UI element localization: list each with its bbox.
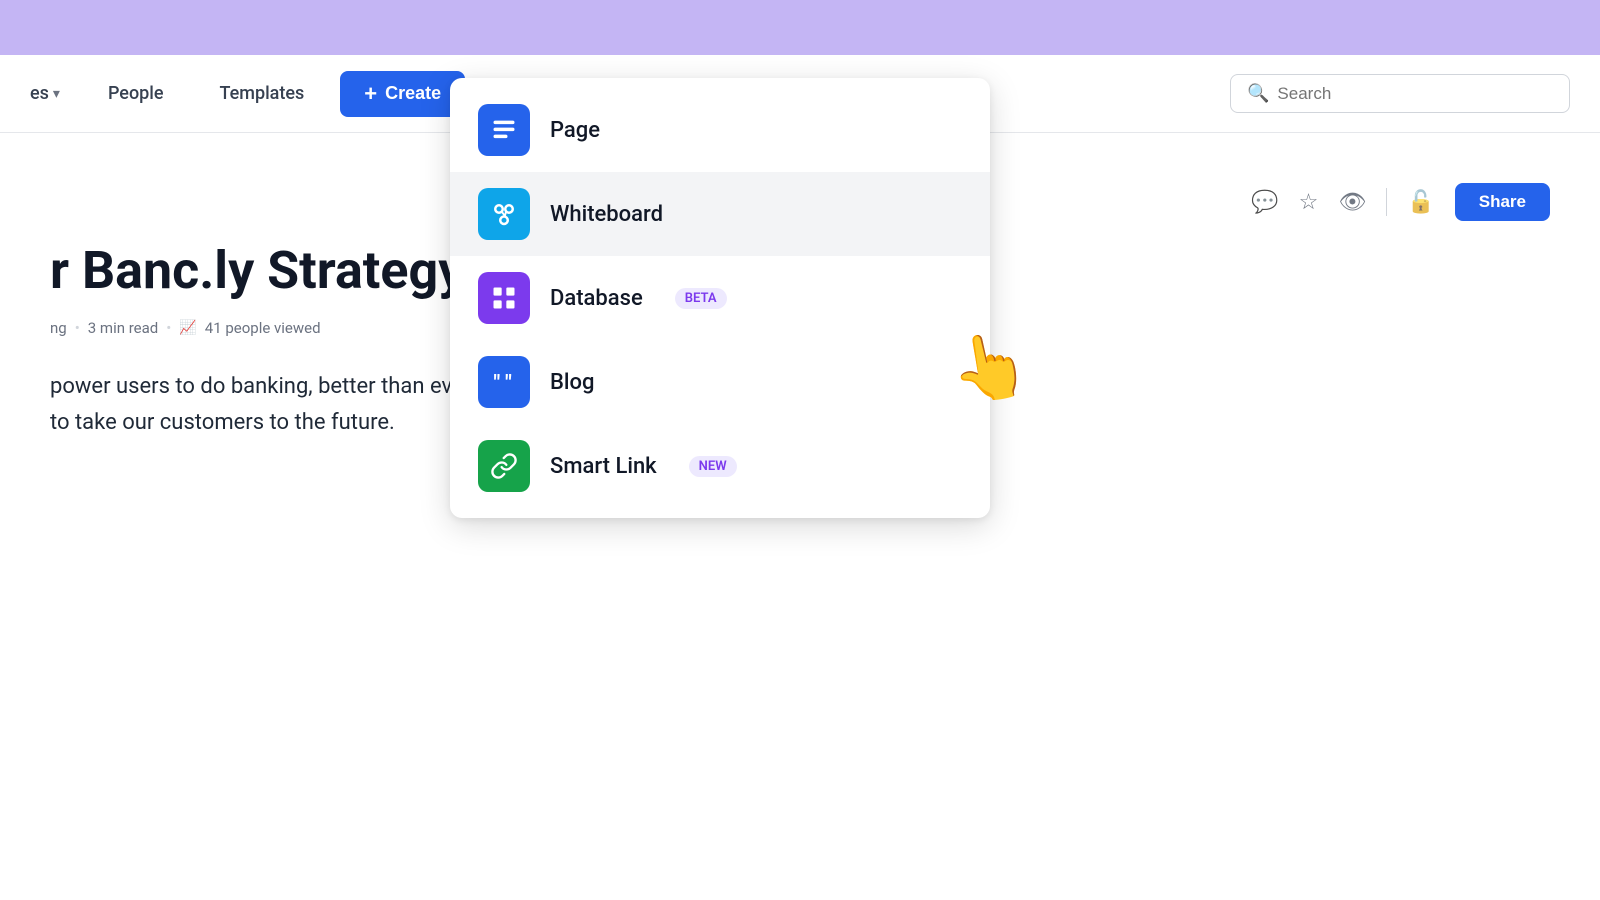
- svg-text:": ": [505, 372, 512, 396]
- database-beta-badge: BETA: [675, 288, 727, 309]
- eye-icon[interactable]: 👁: [1338, 190, 1366, 215]
- create-plus-icon: +: [364, 81, 377, 107]
- dropdown-item-whiteboard[interactable]: Whiteboard: [450, 172, 990, 256]
- dropdown-item-smartlink[interactable]: Smart Link NEW: [450, 424, 990, 508]
- search-box[interactable]: 🔍: [1230, 74, 1570, 113]
- meta-dot-1: •: [75, 319, 80, 337]
- dropdown-page-label: Page: [550, 118, 600, 143]
- whiteboard-icon: [478, 188, 530, 240]
- create-button[interactable]: + Create: [340, 71, 465, 117]
- search-input[interactable]: [1277, 84, 1553, 104]
- pages-chevron-icon: ▾: [53, 86, 60, 102]
- dropdown-database-label: Database: [550, 286, 643, 311]
- dropdown-item-database[interactable]: Database BETA: [450, 256, 990, 340]
- create-dropdown: Page Whiteboard Database BETA: [450, 78, 990, 518]
- smartlink-new-badge: NEW: [689, 456, 737, 477]
- blog-icon: " ": [478, 356, 530, 408]
- dropdown-whiteboard-label: Whiteboard: [550, 202, 663, 227]
- database-icon: [478, 272, 530, 324]
- page-icon: [478, 104, 530, 156]
- svg-text:": ": [494, 372, 501, 396]
- meta-author: ng: [50, 319, 67, 337]
- meta-views: 41 people viewed: [205, 319, 321, 337]
- smartlink-icon: [478, 440, 530, 492]
- pages-label: es: [30, 83, 49, 104]
- dropdown-item-blog[interactable]: " " Blog: [450, 340, 990, 424]
- top-banner: [0, 0, 1600, 55]
- dropdown-blog-label: Blog: [550, 370, 594, 395]
- nav-people-link[interactable]: People: [80, 83, 192, 104]
- meta-dot-2: •: [166, 319, 171, 337]
- dropdown-smartlink-label: Smart Link: [550, 454, 657, 479]
- nav-pages-link[interactable]: es ▾: [30, 83, 60, 104]
- lock-icon[interactable]: 🔓: [1407, 190, 1434, 215]
- comment-icon[interactable]: 💬: [1251, 190, 1278, 215]
- dropdown-item-page[interactable]: Page: [450, 88, 990, 172]
- meta-read: 3 min read: [88, 319, 158, 337]
- trend-icon: 📈: [179, 320, 196, 336]
- search-icon: 🔍: [1247, 83, 1269, 104]
- star-icon[interactable]: ☆: [1299, 190, 1319, 215]
- nav-templates-link[interactable]: Templates: [192, 83, 333, 104]
- share-button[interactable]: Share: [1455, 183, 1550, 221]
- create-label: Create: [385, 83, 441, 104]
- toolbar-divider: [1386, 188, 1387, 216]
